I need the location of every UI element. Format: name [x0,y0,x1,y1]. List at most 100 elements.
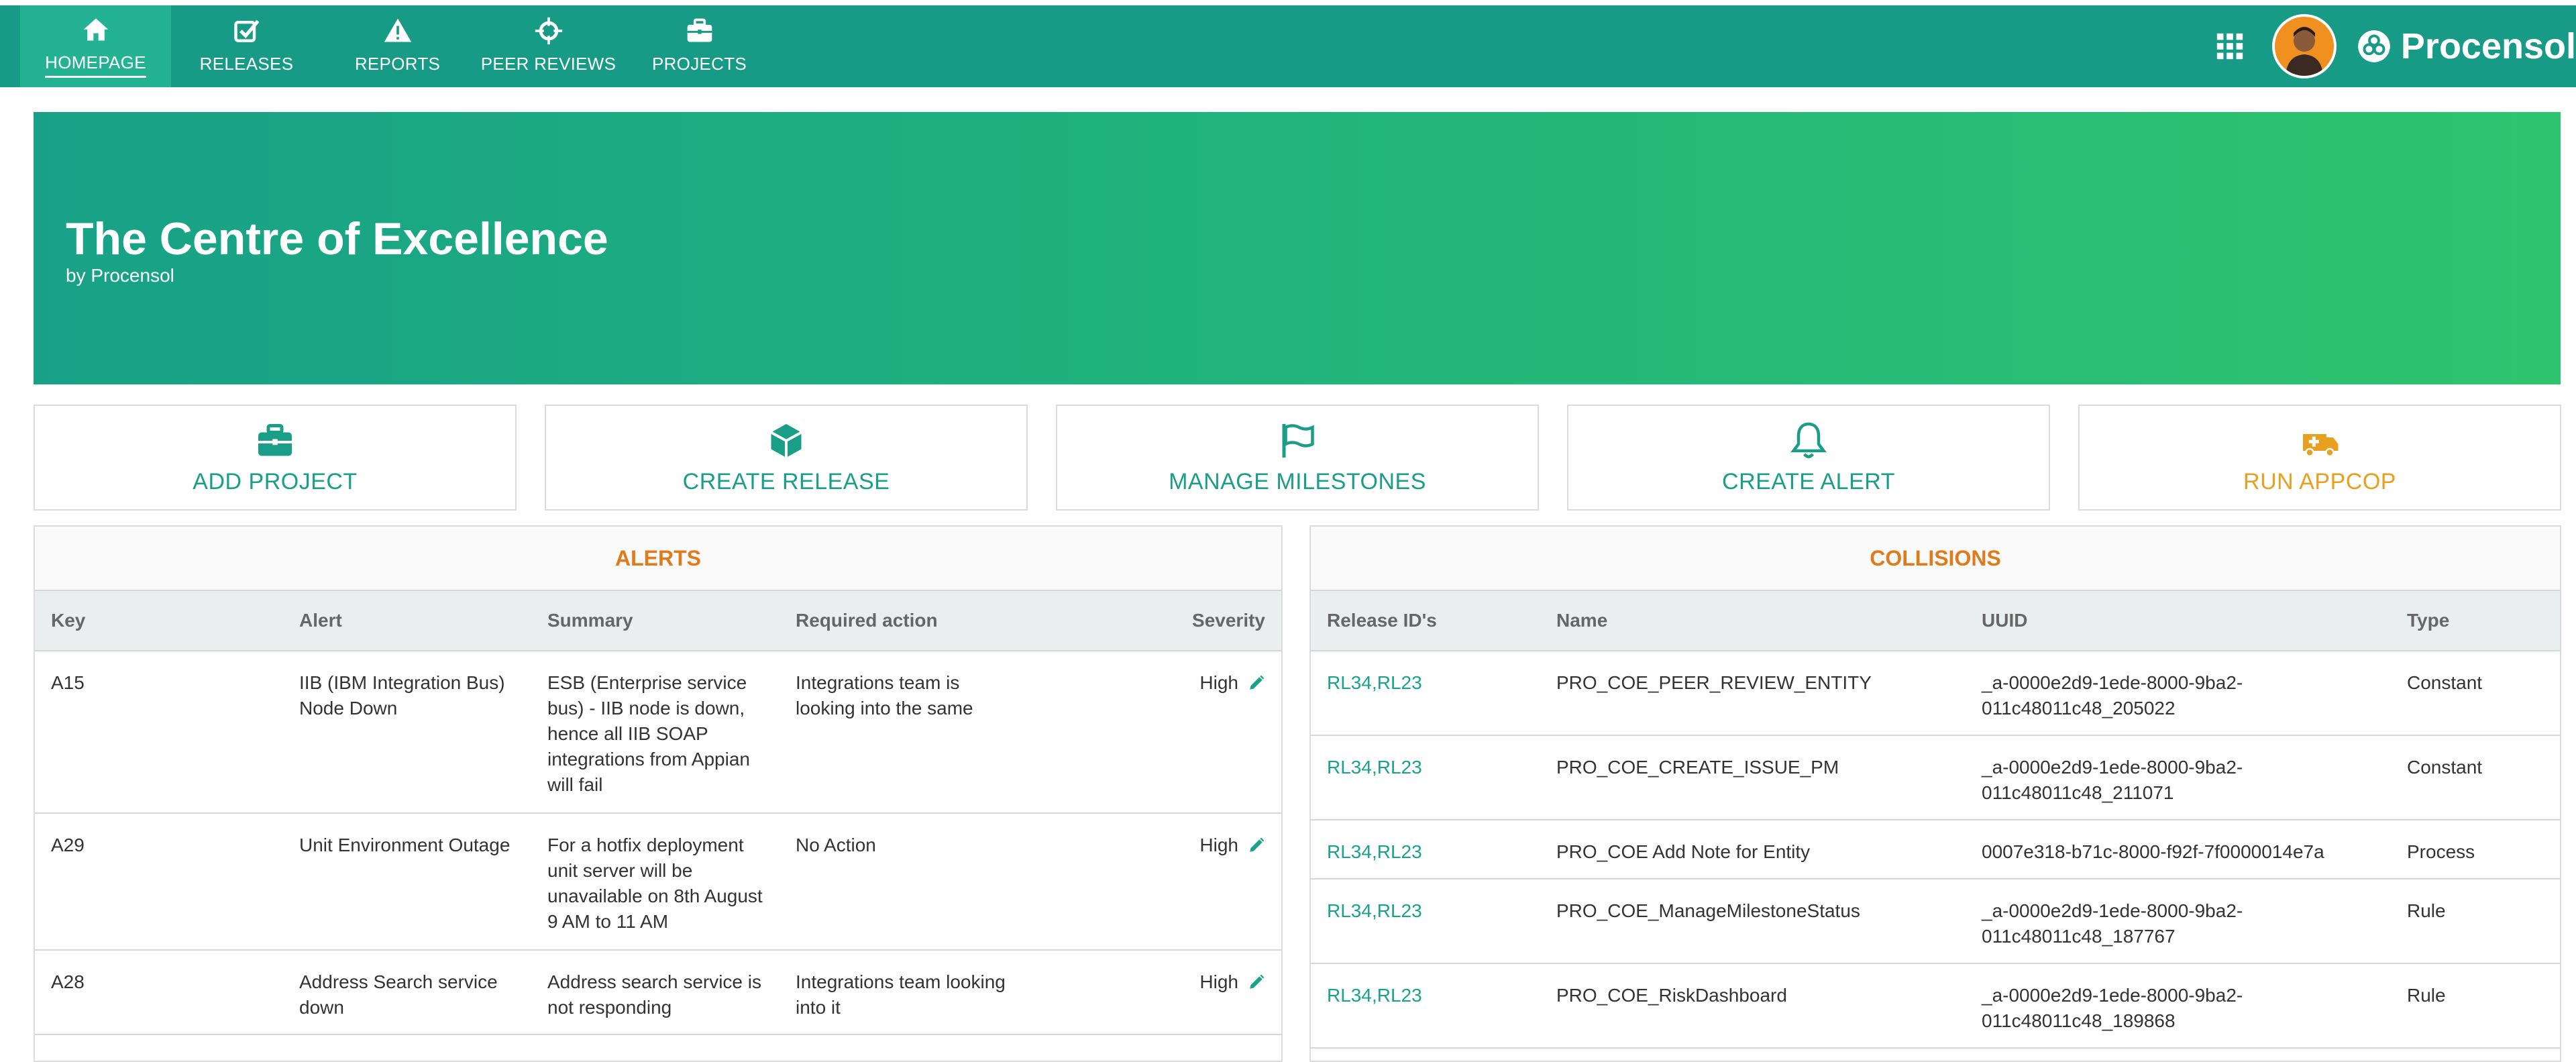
nav-homepage[interactable]: HOMEPAGE [20,5,171,87]
release-ids-link[interactable]: RL34,RL23 [1311,820,1540,878]
alert-summary: ESB (Enterprise service bus) - IIB node … [547,672,750,795]
nav-peer-reviews-label: PEER REVIEWS [480,53,616,74]
uuid-line-2: 011c48011c48_189868 [1982,1010,2176,1031]
procensol-logo-icon [2358,30,2390,62]
briefcase-icon [687,18,712,42]
create-alert-label: CREATE ALERT [1722,468,1895,494]
alert-severity: High [1028,651,1281,812]
col-key[interactable]: Key [35,608,283,633]
cube-icon [770,423,802,458]
alert-key: A29 [51,835,85,855]
pencil-icon[interactable] [1248,973,1265,991]
table-row[interactable]: A29 Unit Environment Outage For a hotfix… [35,814,1281,951]
col-alert[interactable]: Alert [283,608,531,633]
alert-key: A15 [51,672,85,693]
col-type[interactable]: Type [2391,608,2560,633]
add-project-button[interactable]: ADD PROJECT [34,405,517,511]
alerts-table-header: Key Alert Summary Required action Severi… [35,591,1281,651]
object-name: PRO_COE Add Note for Entity [1556,841,1811,862]
table-row[interactable]: RL34,RL23 PRO_COE Add Note for Entity 00… [1311,820,2560,880]
col-severity[interactable]: Severity [1028,608,1281,633]
pencil-icon[interactable] [1248,837,1265,854]
main-nav: HOMEPAGE RELEASES REPORTS PEER REVIEWS P… [20,5,775,87]
create-release-button[interactable]: CREATE RELEASE [545,405,1028,511]
page-title: The Centre of Excellence [66,213,608,264]
uuid-line-2: 011c48011c48_211071 [1982,782,2174,803]
table-row[interactable]: A28 Address Search service down Address … [35,951,1281,1035]
user-avatar[interactable] [2271,14,2337,78]
alert-severity: High [1028,951,1281,1034]
release-ids-link[interactable]: RL34,RL23 [1311,651,1540,735]
nav-peer-reviews[interactable]: PEER REVIEWS [473,5,624,87]
warning-icon [384,18,411,42]
collisions-panel: COLLISIONS Release ID's Name UUID Type R… [1309,525,2561,1062]
table-row[interactable]: A15 IIB (IBM Integration Bus) Node Down … [35,651,1281,814]
object-uuid: _a-0000e2d9-1ede-8000-9ba2- 011c48011c48… [1966,651,2391,735]
object-uuid: _a-0000e2d9-1ede-8000-9ba2- 011c48011c48… [1966,964,2391,1047]
home-icon [83,18,108,41]
alert-required-action: Integrations team is looking into the sa… [796,672,973,719]
add-project-label: ADD PROJECT [193,468,358,494]
alert-required-action: Integrations team looking into it [796,971,1006,1018]
object-name: PRO_COE_CREATE_ISSUE_PM [1556,757,1839,778]
uuid-line-1: _a-0000e2d9-1ede-8000-9ba2- [1982,900,2243,921]
top-navbar: HOMEPAGE RELEASES REPORTS PEER REVIEWS P… [0,5,2576,87]
nav-releases-label: RELEASES [199,53,294,74]
brand-name: Procensol [2400,26,2576,66]
collisions-table-header: Release ID's Name UUID Type [1311,591,2560,651]
table-row[interactable]: RL34,RL23 PRO_COE_PEER_REVIEW_ENTITY _a-… [1311,651,2560,736]
manage-milestones-button[interactable]: MANAGE MILESTONES [1056,405,1539,511]
checkbox-icon [233,19,259,42]
pencil-icon[interactable] [1248,674,1265,692]
alert-name: Unit Environment Outage [299,835,511,855]
nav-homepage-label: HOMEPAGE [45,52,146,78]
release-ids-link[interactable]: RL34,RL23 [1311,964,1540,1047]
release-ids-link[interactable]: RL34,RL23 [1311,880,1540,963]
create-alert-button[interactable]: CREATE ALERT [1567,405,2050,511]
object-name: PRO_COE_RiskDashboard [1556,985,1787,1006]
object-uuid: _a-0000e2d9-1ede-8000-9ba2- 011c48011c48… [1966,880,2391,963]
object-uuid: _a-0000e2d9-1ede-8000-9ba2- 011c48011c48… [1966,736,2391,819]
brand-logo: Procensol [2357,25,2576,67]
object-type: Process [2407,841,2475,862]
col-release-ids[interactable]: Release ID's [1311,608,1540,633]
uuid-line-2: 011c48011c48_205022 [1982,698,2176,719]
uuid-line-1: _a-0000e2d9-1ede-8000-9ba2- [1982,985,2243,1006]
uuid-line-1: _a-0000e2d9-1ede-8000-9ba2- [1982,672,2243,693]
run-appcop-label: RUN APPCOP [2243,468,2396,494]
header-tools: Procensol [2214,5,2576,87]
col-required-action[interactable]: Required action [780,608,1028,633]
release-ids-link[interactable]: RL34,RL23 [1311,736,1540,819]
col-summary[interactable]: Summary [531,608,780,633]
bell-icon [1790,422,1827,458]
severity-value: High [1199,835,1238,855]
briefcase-icon [258,423,292,456]
app-grid-icon[interactable] [2214,31,2245,62]
avatar-photo [2274,17,2334,76]
uuid-line-1: 0007e318-b71c-8000-f92f-7f0000014e7a [1982,841,2324,862]
table-row[interactable]: RL34,RL23 PRO_COE_RiskDashboard _a-0000e… [1311,964,2560,1049]
nav-releases[interactable]: RELEASES [171,5,322,87]
nav-projects[interactable]: PROJECTS [624,5,775,87]
page-subtitle: by Procensol [66,265,174,286]
uuid-line-2: 011c48011c48_187767 [1982,926,2176,947]
nav-reports-label: REPORTS [354,53,441,74]
manage-milestones-label: MANAGE MILESTONES [1169,468,1426,494]
run-appcop-button[interactable]: RUN APPCOP [2078,405,2561,511]
table-row[interactable]: RL34,RL23 PRO_COE_CREATE_ISSUE_PM _a-000… [1311,736,2560,820]
alert-name: IIB (IBM Integration Bus) Node Down [299,672,505,719]
alert-severity: High [1028,814,1281,949]
create-release-label: CREATE RELEASE [682,468,890,494]
severity-value: High [1199,971,1238,992]
collisions-title: COLLISIONS [1311,527,2560,591]
col-name[interactable]: Name [1540,608,1966,633]
alerts-panel: ALERTS Key Alert Summary Required action… [34,525,1283,1062]
alert-summary: Address search service is not responding [547,971,762,1018]
alert-required-action: No Action [796,835,876,855]
col-uuid[interactable]: UUID [1966,608,2391,633]
alert-key: A28 [51,971,85,992]
alert-name: Address Search service down [299,971,498,1018]
table-row[interactable]: RL34,RL23 PRO_COE_ManageMilestoneStatus … [1311,880,2560,964]
crosshair-icon [535,17,562,44]
nav-reports[interactable]: REPORTS [322,5,473,87]
